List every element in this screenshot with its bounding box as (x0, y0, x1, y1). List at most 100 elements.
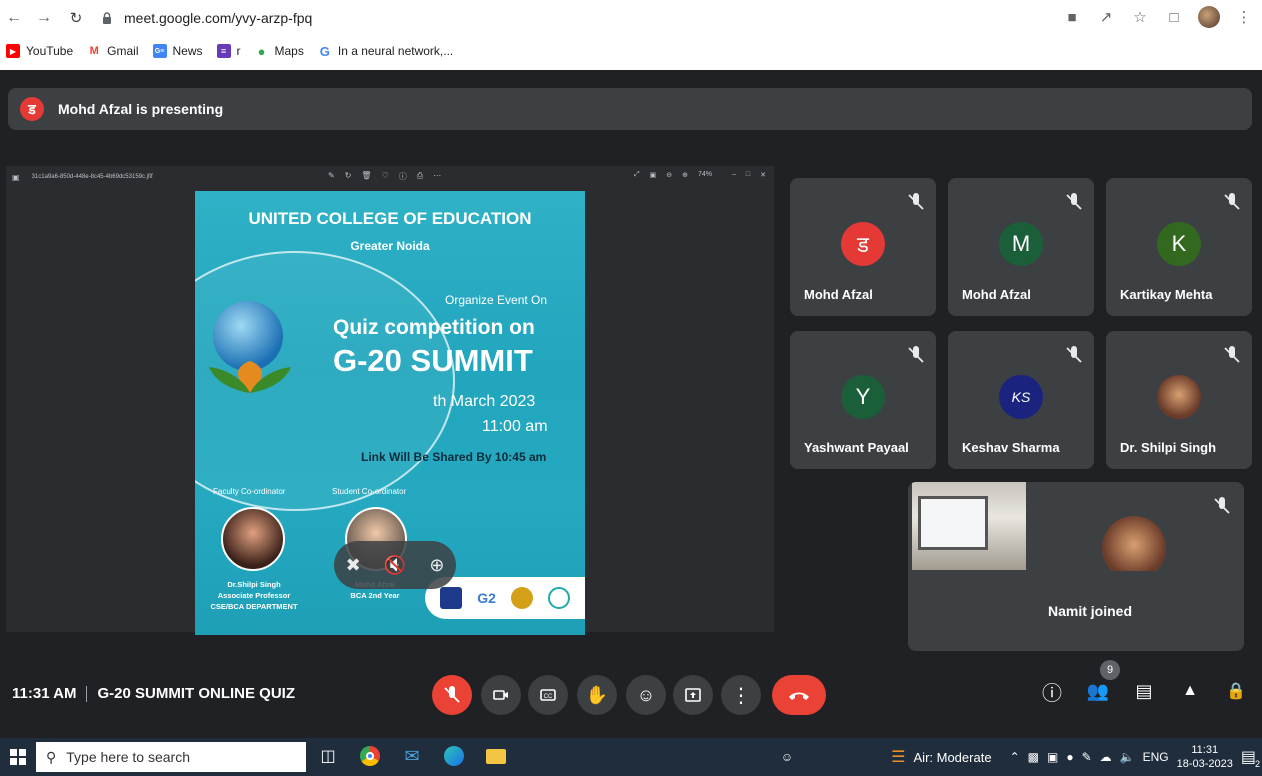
leave-call-button[interactable] (772, 675, 826, 715)
poster-quiz: Quiz competition on (333, 316, 535, 339)
people-button[interactable]: 👥 (1086, 679, 1110, 703)
hangup-icon (789, 692, 809, 700)
info-icon: ⓘ (398, 172, 407, 181)
chevron-up-icon[interactable]: ⌃ (1010, 750, 1020, 764)
file-explorer-icon[interactable] (484, 742, 508, 770)
zoom-in-icon: ⊕ (682, 172, 688, 179)
participant-tile[interactable]: KS Keshav Sharma (948, 331, 1094, 469)
participant-tile[interactable]: M Mohd Afzal (948, 178, 1094, 316)
more-vert-icon: ⋮ (731, 684, 751, 707)
present-button[interactable] (673, 675, 713, 715)
bookmark-maps[interactable]: ● Maps (255, 43, 304, 59)
pin-off-icon[interactable]: ✖ (346, 555, 361, 576)
bookmark-label: r (236, 44, 241, 58)
camera-in-use-icon[interactable]: ■ (1062, 7, 1082, 27)
windows-taskbar: ⚲ Type here to search ◫ ✉ ☺ ☰ Air: Moder… (0, 738, 1262, 776)
afzal-logo-icon (547, 587, 570, 609)
taskbar-apps: ◫ ✉ (316, 742, 508, 770)
svg-text:CC: CC (544, 694, 553, 700)
participant-avatar (1157, 375, 1201, 419)
faculty-name: Dr.Shilpi Singh (227, 580, 281, 589)
participant-tile[interactable]: Dr. Shilpi Singh (1106, 331, 1252, 469)
participant-tile[interactable]: Y Yashwant Payaal (790, 331, 936, 469)
mail-icon[interactable]: ✉ (400, 742, 424, 770)
participant-avatar: KS (999, 375, 1043, 419)
poster-subtitle: Greater Noida (350, 239, 430, 253)
image-icon: ▣ (12, 172, 20, 182)
forward-icon[interactable]: → (32, 6, 56, 30)
people-icon: 👥 (1086, 680, 1110, 701)
poster-link-note: Link Will Be Shared By 10:45 am (361, 450, 547, 464)
battery-icon[interactable]: ▩ (1028, 750, 1039, 764)
pen-icon[interactable]: ✎ (1082, 750, 1092, 764)
language-indicator[interactable]: ENG (1143, 750, 1169, 764)
bookmark-label: Gmail (107, 44, 139, 58)
more-icon: ⋯ (433, 171, 442, 180)
viewer-toolbar: ✎ ↻ 🗑 ♡ ⓘ ⎙ ⋯ (328, 171, 441, 182)
host-controls-button[interactable]: 🔒 (1224, 679, 1248, 703)
bookmark-star-icon[interactable]: ☆ (1130, 7, 1150, 27)
weather-text[interactable]: Air: Moderate (914, 750, 992, 765)
back-icon[interactable]: ← (2, 6, 26, 30)
taskbar-search[interactable]: ⚲ Type here to search (36, 742, 306, 772)
faculty-info: Dr.Shilpi Singh Associate Professor CSE/… (195, 579, 313, 612)
bookmark-youtube[interactable]: ▶ YouTube (6, 44, 73, 58)
sidepanel-icon[interactable]: □ (1164, 7, 1184, 27)
minimize-icon: – (731, 171, 736, 178)
profile-avatar[interactable] (1198, 6, 1220, 28)
poster-faculty-label: Faculty Co-ordinator (213, 487, 286, 496)
windows-start-icon[interactable] (0, 738, 36, 776)
participant-name: Kartikay Mehta (1120, 287, 1213, 302)
maps-icon: ● (257, 43, 266, 59)
bookmark-news[interactable]: G≡ News (152, 44, 203, 58)
chat-button[interactable]: ▤ (1132, 679, 1156, 703)
participant-avatar: M (999, 222, 1043, 266)
address-bar[interactable]: meet.google.com/yvy-arzp-fpq (100, 6, 312, 30)
presentation-stage[interactable]: ▣ 31c1a9a6-850d-448e-8c45-4b69dc53159c.j… (6, 166, 774, 635)
raise-hand-button[interactable]: ✋ (577, 675, 617, 715)
window-in-video (918, 496, 988, 550)
reload-icon[interactable]: ↻ (64, 6, 88, 30)
activities-button[interactable]: ▲ (1178, 679, 1202, 703)
more-options-icon[interactable]: ⊕ (429, 555, 444, 576)
bookmark-gmail[interactable]: M Gmail (87, 44, 139, 58)
meeting-details-button[interactable]: ⓘ (1040, 679, 1064, 705)
bookmark-forms[interactable]: ≡ r (216, 44, 241, 58)
mic-off-icon (1066, 346, 1082, 363)
hand-icon: ✋ (585, 684, 609, 705)
camera-toggle-button[interactable] (481, 675, 521, 715)
edge-icon[interactable] (442, 742, 466, 770)
present-icon (685, 688, 701, 702)
volume-icon[interactable]: 🔈 (1120, 750, 1135, 764)
people-tray-icon[interactable]: ☺ (781, 750, 793, 764)
more-options-button[interactable]: ⋮ (721, 675, 761, 715)
captions-button[interactable]: CC (528, 675, 568, 715)
lotus-icon (209, 361, 291, 393)
emoji-icon: ☺ (636, 684, 656, 705)
self-view-tile[interactable]: Namit joined (908, 482, 1244, 651)
participant-name: Mohd Afzal (962, 287, 1031, 302)
mic-off-icon (1214, 497, 1230, 514)
notification-icon[interactable]: ▤ 2 (1241, 747, 1260, 769)
reactions-button[interactable]: ☺ (626, 675, 666, 715)
mic-off-icon (1066, 193, 1082, 210)
onedrive-icon[interactable]: ☁ (1100, 750, 1112, 764)
task-view-icon[interactable]: ◫ (316, 742, 340, 770)
network-icon[interactable]: ▣ (1047, 750, 1058, 764)
mute-tile-icon[interactable]: 🔇 (384, 555, 406, 576)
meet-side-controls: ⓘ 👥 ▤ ▲ 🔒 (1040, 679, 1248, 705)
menu-dots-icon[interactable]: ⋮ (1234, 7, 1254, 27)
share-icon[interactable]: ↗ (1096, 7, 1116, 27)
browser-chrome: ← → ↻ meet.google.com/yvy-arzp-fpq ■ ↗ ☆… (0, 0, 1262, 70)
taskbar-clock[interactable]: 11:31 18-03-2023 (1177, 743, 1233, 771)
mic-toggle-button[interactable] (432, 675, 472, 715)
joined-notification: Namit joined (908, 571, 1244, 651)
poster-title: UNITED COLLEGE OF EDUCATION (248, 209, 532, 228)
bookmark-label: Maps (274, 44, 304, 58)
bookmark-google[interactable]: G In a neural network,... (318, 44, 453, 59)
chrome-icon[interactable] (358, 742, 382, 770)
participant-tile[interactable]: ड Mohd Afzal (790, 178, 936, 316)
microphone-icon[interactable]: ● (1066, 750, 1073, 764)
viewer-controls-right: ⤢ ▣ ⊖ ⊕ 74% – □ ✕ (634, 171, 766, 179)
participant-tile[interactable]: K Kartikay Mehta (1106, 178, 1252, 316)
